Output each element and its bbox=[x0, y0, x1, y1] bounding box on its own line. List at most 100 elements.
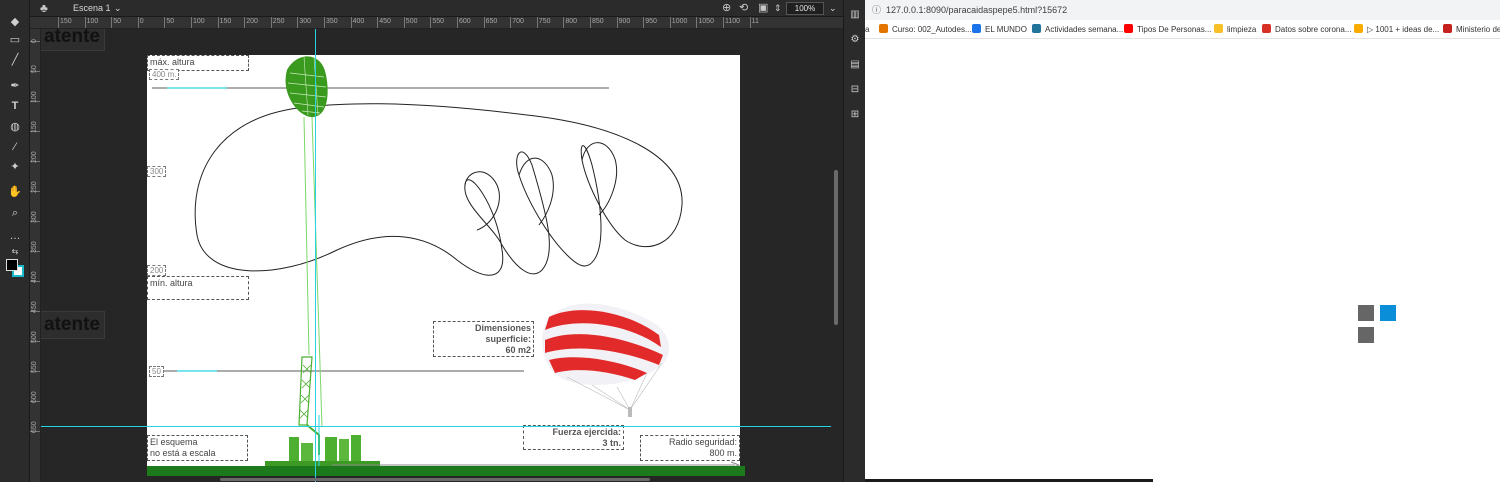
scene-chevron-down-icon[interactable]: ⌄ bbox=[114, 2, 122, 14]
vertical-scrollbar[interactable] bbox=[834, 170, 838, 325]
ruler-tick bbox=[483, 17, 485, 28]
force-box[interactable]: Fuerza ejercida: 3 tn. bbox=[523, 425, 624, 450]
ruler-label: 900 bbox=[618, 18, 631, 25]
properties-icon[interactable]: ▥ bbox=[848, 8, 862, 22]
tag-200[interactable]: 200 bbox=[147, 265, 167, 276]
ruler-tick bbox=[457, 17, 458, 28]
tether-left bbox=[303, 116, 310, 356]
stage[interactable]: máx. altura 400 m. 300 200 mín. altura 5… bbox=[147, 55, 740, 471]
pen-icon[interactable]: ✒ bbox=[7, 78, 23, 94]
ruler-label: 350 bbox=[31, 241, 38, 253]
address-bar[interactable]: ⓘ 127.0.0.1:8090/paracaidaspepe5.html?15… bbox=[865, 0, 1500, 20]
horizontal-scrollbar[interactable] bbox=[220, 478, 650, 481]
ruler-tick bbox=[616, 17, 618, 28]
edit-symbol-icon[interactable]: ⟲ bbox=[739, 2, 748, 15]
ruler-label: 600 bbox=[31, 391, 38, 403]
tether-right bbox=[311, 116, 323, 428]
ground-strip bbox=[147, 466, 745, 476]
pin-icon[interactable]: ✦ bbox=[7, 159, 23, 175]
dimensions-line-2: superficie: bbox=[485, 334, 531, 344]
hand-icon[interactable]: ✋ bbox=[7, 184, 23, 200]
more-icon[interactable]: … bbox=[7, 228, 23, 244]
zoom-icon[interactable]: ⌕ bbox=[7, 205, 23, 221]
url-text[interactable]: 127.0.0.1:8090/paracaidaspepe5.html?1567… bbox=[886, 4, 1067, 16]
ruler-label: 0 bbox=[31, 39, 38, 43]
pasteboard-text-top[interactable]: atente bbox=[41, 29, 105, 51]
ruler-label: 250 bbox=[31, 181, 38, 193]
tag-300[interactable]: 300 bbox=[147, 166, 167, 177]
bookmark-label: limpieza bbox=[1227, 25, 1257, 34]
scene-clubs-icon[interactable]: ♣ bbox=[40, 2, 54, 15]
bookmark-item[interactable]: a bbox=[865, 24, 869, 35]
ruler-label: 350 bbox=[326, 18, 338, 25]
scheme-note-box[interactable]: El esquema no está a escala bbox=[147, 435, 248, 461]
ruler-tick bbox=[270, 17, 272, 28]
min-height-label-box[interactable]: mín. altura bbox=[147, 276, 249, 300]
rectangle-icon[interactable]: ▭ bbox=[7, 32, 23, 48]
ruler-label: 750 bbox=[538, 18, 551, 25]
line-icon[interactable]: ╱ bbox=[7, 52, 23, 68]
ruler-label: 0 bbox=[139, 18, 144, 25]
stage-drawing bbox=[152, 56, 740, 471]
bookmark-item[interactable]: Datos sobre corona... bbox=[1262, 24, 1351, 35]
guide-vertical[interactable] bbox=[315, 29, 316, 482]
ruler-label: 150 bbox=[31, 121, 38, 133]
eyedropper-icon[interactable]: ⁄ bbox=[7, 139, 23, 155]
guide-horizontal[interactable] bbox=[41, 426, 831, 427]
ruler-label: 150 bbox=[219, 18, 232, 25]
ruler-tick bbox=[643, 17, 645, 28]
stroke-color-swatch[interactable] bbox=[6, 259, 18, 271]
ruler-tick bbox=[111, 17, 113, 28]
fit-icon[interactable]: ⇕ bbox=[774, 2, 782, 15]
bookmark-label: EL MUNDO bbox=[985, 25, 1027, 34]
bookmark-favicon-icon bbox=[1124, 24, 1133, 33]
radius-box[interactable]: Radio seguridad: 800 m. bbox=[640, 435, 740, 461]
ruler-label: 50 bbox=[113, 18, 121, 25]
scheme-line-1: El esquema bbox=[150, 437, 198, 447]
tag-low[interactable]: 50 bbox=[149, 366, 164, 377]
max-height-value[interactable]: 400 m. bbox=[149, 69, 180, 80]
ruler-label: 400 bbox=[31, 271, 38, 283]
bookmark-item[interactable]: Tipos De Personas... bbox=[1124, 24, 1211, 35]
bookmark-item[interactable]: Ministerio de bbox=[1443, 24, 1500, 35]
bookmark-item[interactable]: ▷ 1001 + ideas de... bbox=[1354, 24, 1439, 35]
bookmark-item[interactable]: EL MUNDO bbox=[972, 24, 1027, 35]
dimensions-box[interactable]: Dimensiones superficie: 60 m2 bbox=[433, 321, 534, 357]
ruler-label: 200 bbox=[31, 151, 38, 163]
zoom-field[interactable]: 100% bbox=[786, 2, 824, 15]
ruler-tick bbox=[536, 17, 538, 28]
bookmark-item[interactable]: limpieza bbox=[1214, 24, 1256, 35]
align-icon[interactable]: ⊟ bbox=[848, 83, 862, 97]
ruler-label: 600 bbox=[459, 18, 471, 25]
clip-stage-icon[interactable]: ▣ bbox=[758, 2, 768, 15]
ruler-vertical: 0 50 100 150 200 250 300 350 400 450 500 550 600 650 bbox=[30, 29, 41, 482]
ruler-tick bbox=[669, 17, 671, 28]
bookmark-favicon-icon bbox=[879, 24, 888, 33]
transform-icon[interactable]: ⊞ bbox=[848, 108, 862, 122]
swap-colors-icon[interactable]: ⇆ bbox=[7, 244, 23, 260]
eraser-icon[interactable]: ◆ bbox=[7, 14, 23, 30]
bookmark-label: Datos sobre corona... bbox=[1275, 25, 1352, 34]
bookmark-item[interactable]: Curso: 002_Autodes... bbox=[879, 24, 972, 35]
scene-name[interactable]: Escena 1 bbox=[73, 2, 111, 14]
library-icon[interactable]: ⚙ bbox=[848, 33, 862, 47]
ruler-label: 1000 bbox=[671, 18, 688, 25]
ruler-label: 100 bbox=[86, 18, 99, 25]
panels-strip: ▥ ⚙ ▤ ⊟ ⊞ bbox=[843, 0, 865, 482]
ruler-tick bbox=[723, 17, 724, 28]
ruler-tick bbox=[244, 17, 246, 28]
paint-bucket-icon[interactable]: ◍ bbox=[7, 119, 23, 135]
zoom-chevron-down-icon[interactable]: ⌄ bbox=[829, 2, 837, 14]
ruler-label: 1050 bbox=[698, 18, 714, 25]
assets-icon[interactable]: ▤ bbox=[848, 58, 862, 72]
ruler-tick bbox=[590, 17, 591, 28]
bookmark-item[interactable]: Actividades semana... bbox=[1032, 24, 1123, 35]
ruler-label: 50 bbox=[31, 65, 38, 73]
pasteboard-text-bottom[interactable]: atente bbox=[41, 311, 105, 339]
center-stage-icon[interactable]: ⊕ bbox=[722, 2, 731, 15]
text-icon[interactable]: T bbox=[7, 98, 23, 114]
ruler-tick bbox=[137, 17, 139, 28]
bookmark-label: Tipos De Personas... bbox=[1137, 25, 1212, 34]
info-icon[interactable]: ⓘ bbox=[872, 4, 881, 16]
radius-line-2: 800 m. bbox=[709, 448, 737, 458]
